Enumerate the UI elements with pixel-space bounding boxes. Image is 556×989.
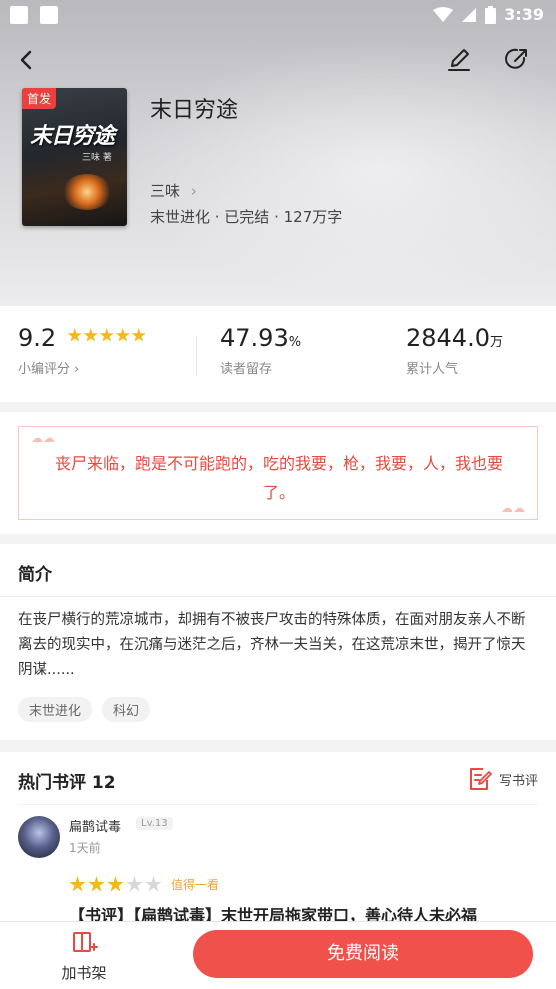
share-button[interactable]	[500, 42, 534, 76]
book-title: 末日穷途	[150, 98, 239, 123]
cover-title: 末日穷途	[30, 124, 115, 149]
star-icon	[115, 328, 130, 342]
author-name: 三味	[150, 182, 181, 200]
top-bar	[0, 38, 556, 82]
star-icon	[69, 876, 86, 892]
review-rating-label: 值得一看	[171, 878, 220, 892]
synopsis-text[interactable]: 在丧尸横行的荒凉城市，却拥有不被丧尸攻击的特殊体质，在面对朋友亲人不断离去的现实…	[18, 608, 538, 683]
tag[interactable]: 末世进化	[18, 697, 93, 722]
stats-panel: 9.2 小编评分 › 47.93% 读者留存 2844.0万 累计人气	[0, 306, 556, 402]
star-icon	[131, 328, 146, 342]
book-meta: 末世进化 · 已完结 · 127万字	[150, 208, 343, 226]
retention-stat: 47.93% 读者留存	[220, 324, 301, 377]
divider	[0, 596, 556, 597]
clock: 3:39	[504, 5, 544, 24]
quote-box: ☁☁ 丧尸来临，跑是不可能跑的，吃的我要，枪，我要，人，我也要了。 ☁☁	[18, 426, 538, 520]
book-cover[interactable]: 末日穷途 三味 著 首发	[22, 88, 127, 226]
star-empty-icon	[145, 876, 162, 892]
battery-icon	[485, 5, 497, 24]
add-shelf-label: 加书架	[61, 964, 107, 982]
retention-unit: %	[288, 335, 302, 350]
reviewer-name[interactable]: 扁鹊试毒	[69, 816, 121, 835]
review-stars	[69, 876, 162, 893]
edit-button[interactable]	[442, 42, 476, 76]
bottom-action-bar: 加书架 免费阅读	[0, 921, 556, 989]
popularity-value: 2844.0	[406, 324, 490, 352]
popularity-unit: 万	[489, 335, 503, 350]
star-icon	[107, 876, 124, 892]
rating-label: 小编评分 ›	[18, 362, 80, 377]
cloud-ornament-icon: ☁☁	[31, 431, 55, 445]
chevron-right-icon: ›	[190, 182, 197, 200]
cover-author: 三味 著	[82, 153, 112, 163]
write-review-label: 写书评	[498, 773, 538, 789]
free-read-button[interactable]: 免费阅读	[193, 930, 533, 978]
signal-icon	[462, 7, 477, 22]
tag-list: 末世进化 科幻	[18, 697, 151, 722]
notification-icon	[10, 6, 28, 24]
star-icon	[99, 328, 114, 342]
quote-text: 丧尸来临，跑是不可能跑的，吃的我要，枪，我要，人，我也要了。	[54, 454, 503, 502]
share-icon	[505, 48, 527, 69]
notification-icon	[40, 6, 58, 24]
popularity-stat: 2844.0万 累计人气	[406, 324, 503, 377]
cloud-ornament-icon: ☁☁	[501, 501, 525, 515]
star-icon	[83, 328, 98, 342]
add-shelf-icon	[73, 932, 98, 952]
highlight-quote-section: ☁☁ 丧尸来临，跑是不可能跑的，吃的我要，枪，我要，人，我也要了。 ☁☁	[0, 412, 556, 534]
popularity-label: 累计人气	[406, 362, 459, 377]
retention-label: 读者留存	[220, 362, 273, 377]
avatar[interactable]	[18, 816, 60, 858]
status-bar: 3:39	[0, 0, 556, 32]
synopsis-title: 简介	[18, 565, 52, 585]
retention-value: 47.93	[220, 324, 289, 352]
star-icon	[88, 876, 105, 892]
star-empty-icon	[126, 876, 143, 892]
add-to-shelf-button[interactable]: 加书架	[52, 930, 116, 983]
reviews-title: 热门书评 12	[18, 773, 116, 793]
rating-value: 9.2	[18, 324, 57, 352]
synopsis-section: 简介 在丧尸横行的荒凉城市，却拥有不被丧尸攻击的特殊体质，在面对朋友亲人不断离去…	[0, 544, 556, 740]
rating-stat[interactable]: 9.2 小编评分 ›	[18, 324, 146, 377]
first-release-badge: 首发	[22, 88, 57, 109]
author-link[interactable]: 三味 ›	[150, 180, 197, 201]
divider	[196, 336, 197, 376]
star-icon	[67, 328, 82, 342]
review-time: 1天前	[69, 841, 101, 855]
back-button[interactable]	[10, 44, 42, 76]
back-arrow-icon	[20, 50, 32, 70]
level-badge: Lv.13	[136, 817, 173, 830]
rating-stars	[67, 328, 146, 343]
divider	[18, 804, 538, 805]
pen-icon	[448, 49, 470, 71]
write-review-icon	[469, 768, 492, 790]
tag[interactable]: 科幻	[102, 697, 151, 722]
wifi-icon	[433, 6, 454, 22]
write-review-button[interactable]: 写书评	[467, 766, 538, 792]
